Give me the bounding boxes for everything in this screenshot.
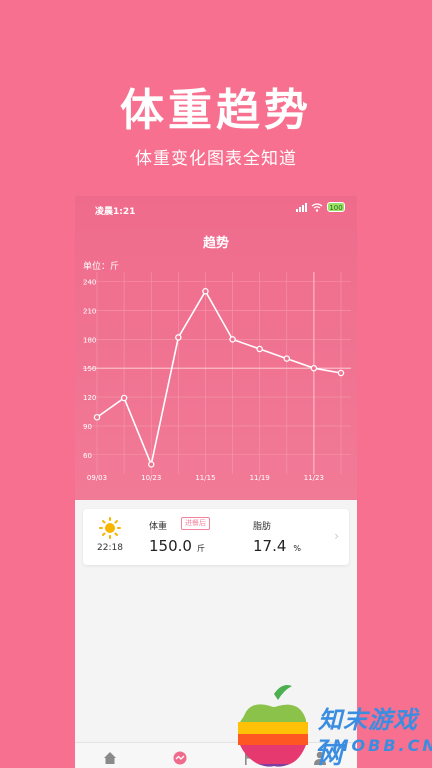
watermark-domain: ZMOBB.CN — [318, 736, 432, 755]
data-point — [202, 287, 209, 295]
data-point — [310, 364, 318, 372]
y-tick-label: 210 — [83, 307, 96, 315]
y-tick-label: 120 — [83, 394, 96, 402]
sun-icon — [99, 517, 121, 539]
weight-label: 体重 — [149, 522, 168, 532]
fat-label: 脂肪 — [253, 522, 272, 532]
x-tick-label: 11/19 — [250, 474, 270, 482]
y-tick-label: 240 — [83, 279, 96, 287]
status-bar: 凌晨1:21 100 — [75, 196, 357, 220]
promo-subtitle: 体重变化图表全知道 — [135, 149, 297, 169]
x-tick-label: 09/03 — [87, 474, 107, 482]
data-point — [337, 369, 345, 377]
promo-title: 体重趋势 — [120, 85, 312, 136]
trend-header-area: 凌晨1:21 100 趋势 单位：斤 240 210 180 150 120 90 60 09… — [75, 196, 357, 500]
status-time: 凌晨1:21 — [95, 207, 136, 217]
data-point — [175, 334, 182, 341]
data-point — [147, 461, 155, 468]
weight-trend-chart[interactable]: 240 210 180 150 120 90 60 09/03 10/23 11/15 11/19 1… — [75, 268, 357, 492]
apple-logo-icon — [238, 685, 308, 767]
fat-number: 17.4 — [253, 537, 287, 555]
x-tick-label: 11/15 — [195, 474, 215, 482]
weight-unit: 斤 — [196, 544, 205, 553]
chevron-right-icon[interactable]: › — [334, 529, 339, 543]
status-icons: 100 — [296, 202, 345, 212]
x-tick-label: 11/23 — [304, 474, 324, 482]
y-tick-label: 90 — [83, 423, 92, 431]
weight-value: 150.0 斤 — [149, 537, 205, 555]
data-point — [120, 394, 128, 402]
meal-badge: 进餐后 — [181, 517, 210, 530]
y-tick-label: 60 — [83, 452, 92, 460]
weight-number: 150.0 — [149, 537, 192, 555]
trend-icon[interactable] — [173, 751, 187, 765]
signal-icon — [296, 202, 307, 212]
watermark: 知末游戏网 ZMOBB.CN — [230, 682, 432, 768]
y-tick-label: 180 — [83, 336, 96, 344]
screen-title: 趋势 — [202, 236, 229, 251]
series-line — [96, 289, 342, 468]
fat-unit: % — [293, 544, 302, 553]
battery-icon: 100 — [327, 202, 345, 212]
data-point — [283, 355, 291, 362]
wifi-icon — [311, 202, 323, 212]
data-point — [256, 345, 263, 353]
fat-value: 17.4% — [253, 537, 301, 555]
x-tick-label: 10/23 — [141, 474, 161, 482]
y-tick-label: 150 — [83, 365, 96, 373]
home-icon[interactable] — [103, 751, 117, 765]
record-time: 22:18 — [97, 543, 123, 553]
watermark-text: 知末游戏网 — [318, 706, 418, 768]
data-point — [93, 413, 101, 421]
record-card[interactable]: 22:18 体重 进餐后 150.0 斤 脂肪 17.4% › — [83, 509, 349, 565]
data-point — [229, 336, 236, 343]
